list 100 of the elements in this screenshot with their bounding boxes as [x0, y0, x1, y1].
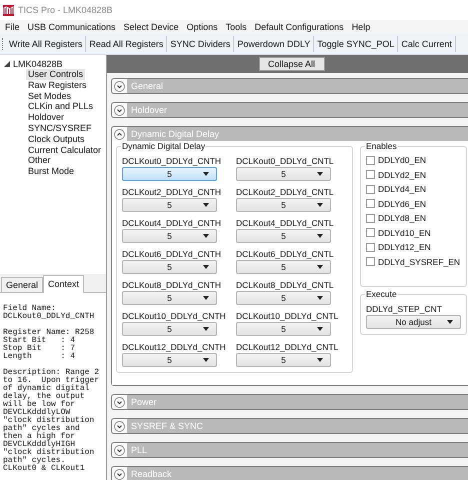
chevron-up-icon[interactable] — [114, 128, 125, 140]
checkbox-label: DDLYd0_EN — [378, 155, 426, 165]
toolbar-button[interactable]: Calc Current — [398, 36, 456, 52]
field-label: DCLKout2_DDLYd_CNTH — [122, 186, 222, 198]
tree-item[interactable]: Set Modes — [26, 90, 74, 102]
field-label: DCLKout8_DDLYd_CNTH — [122, 279, 222, 291]
tree-item[interactable]: CLKin and PLLs — [26, 101, 96, 112]
dropdown[interactable]: 5 — [236, 322, 331, 336]
caret-icon — [203, 265, 209, 269]
tab[interactable]: General — [1, 277, 44, 292]
checkbox[interactable] — [366, 170, 375, 179]
caret-icon — [203, 358, 209, 362]
chevron-down-icon[interactable] — [114, 80, 125, 92]
caret-icon — [203, 296, 209, 300]
checkbox[interactable] — [366, 184, 375, 194]
context-text: Register Name: R258 Start Bit : 4 Stop Bit : 7 Length : 4 — [3, 329, 96, 361]
chevron-down-icon[interactable] — [114, 444, 125, 456]
tree-item[interactable]: Other — [26, 155, 53, 166]
checkbox-label: DDLYd8_EN — [378, 213, 426, 223]
context-text: Field Name: DCLKout0_DDLYd_CNTH — [3, 305, 96, 321]
field-label: DCLKout2_DDLYd_CNTL — [236, 186, 335, 198]
tree-item[interactable]: Raw Registers — [26, 80, 89, 91]
field-label: DCLKout10_DDLYd_CNTH — [122, 310, 227, 322]
caret-icon — [203, 327, 209, 331]
menu-item[interactable]: Help — [348, 22, 376, 32]
dropdown[interactable]: 5 — [236, 198, 331, 212]
collapse-triangle-icon[interactable] — [4, 60, 10, 66]
checkbox[interactable] — [366, 199, 375, 208]
menu-item[interactable]: Select Device — [120, 22, 184, 32]
checkbox-label: DDLYd2_EN — [378, 170, 426, 180]
field-label: DCLKout12_DDLYd_CNTL — [236, 341, 340, 353]
group-title: Dynamic Digital Delay — [121, 141, 206, 151]
caret-icon — [317, 172, 323, 176]
dropdown[interactable]: 5 — [122, 198, 217, 212]
dropdown[interactable]: 5 — [236, 353, 331, 367]
checkbox[interactable] — [366, 156, 375, 164]
tree-item[interactable]: User Controls — [26, 69, 86, 80]
toolbar-button[interactable]: Read All Registers — [86, 36, 168, 52]
checkbox-label: DDLYd10_EN — [378, 228, 431, 238]
checkbox-label: DDLYd12_EN — [378, 242, 431, 252]
tree-item[interactable]: SYNC/SYSREF — [26, 122, 94, 134]
caret-icon — [317, 203, 323, 207]
field-label: DCLKout6_DDLYd_CNTL — [236, 248, 335, 260]
dropdown[interactable]: 5 — [236, 229, 331, 243]
dropdown[interactable]: 5 — [236, 260, 331, 274]
chevron-down-icon[interactable] — [114, 104, 125, 116]
caret-icon — [203, 234, 209, 238]
checkbox-label: DDLYd4_EN — [378, 184, 426, 194]
context-text: Description: Range 2 to 16. Upon trigger of dynamic digital delay, the output will be low for DEVCLKdddlyLOW "clock distribution path" cycles and then a high for DEVCLKdddlyHIGH "clock distribution path" cycles. CLKout0 & CLKout1 — [3, 369, 100, 473]
checkbox[interactable] — [366, 214, 375, 222]
checkbox[interactable] — [366, 257, 375, 266]
caret-icon — [317, 265, 323, 269]
toolbar-button[interactable]: Powerdown DDLY — [234, 36, 314, 52]
app-logo-icon — [3, 4, 14, 16]
field-label: DCLKout0_DDLYd_CNTH — [122, 155, 222, 167]
chevron-down-icon[interactable] — [114, 396, 125, 408]
field-label: DDLYd_STEP_CNT — [366, 302, 443, 314]
caret-icon — [203, 203, 209, 207]
menu-item[interactable]: Tools — [222, 22, 252, 32]
checkbox[interactable] — [366, 228, 375, 237]
tree-item[interactable]: Clock Outputs — [26, 134, 87, 145]
dropdown[interactable]: 5 — [122, 229, 217, 243]
dropdown[interactable]: 5 — [122, 260, 217, 274]
caret-icon — [317, 327, 323, 331]
toolbar-button[interactable]: Write All Registers — [6, 36, 86, 52]
caret-icon — [317, 296, 323, 300]
field-label: DCLKout10_DDLYd_CNTL — [236, 310, 340, 322]
window-title: TICS Pro - LMK04828B — [18, 5, 113, 15]
menu-item[interactable]: USB Communications — [24, 22, 121, 32]
dropdown[interactable]: 5 — [236, 291, 331, 305]
menu-item[interactable]: File — [2, 22, 25, 32]
dropdown[interactable]: 5 — [122, 167, 217, 181]
dropdown[interactable]: 5 — [122, 291, 217, 305]
checkbox[interactable] — [366, 242, 375, 252]
field-label: DCLKout8_DDLYd_CNTL — [236, 279, 335, 291]
dropdown[interactable]: No adjust — [366, 314, 461, 328]
toolbar-button[interactable]: Toggle SYNC_POL — [314, 36, 398, 52]
tree-item[interactable]: Holdover — [26, 112, 66, 123]
collapse-all-button[interactable]: Collapse All — [258, 57, 324, 71]
dropdown[interactable]: 5 — [122, 353, 217, 367]
field-label: DCLKout4_DDLYd_CNTL — [236, 217, 335, 229]
menu-item[interactable]: Default Configurations — [252, 22, 349, 32]
checkbox-label: DDLYd_SYSREF_EN — [378, 256, 460, 266]
chevron-down-icon[interactable] — [114, 468, 125, 480]
chevron-down-icon[interactable] — [114, 420, 125, 432]
caret-icon — [317, 234, 323, 238]
group-title: Enables — [365, 141, 398, 151]
menu-item[interactable]: Options — [184, 22, 223, 32]
dropdown[interactable]: 5 — [122, 322, 217, 336]
caret-icon — [447, 320, 453, 324]
caret-icon — [203, 172, 209, 176]
dropdown[interactable]: 5 — [236, 167, 331, 181]
group-title: Execute — [365, 288, 398, 298]
checkbox-label: DDLYd6_EN — [378, 198, 426, 208]
tree-item[interactable]: Current Calculator — [26, 144, 104, 156]
tab[interactable]: Context — [43, 275, 84, 293]
toolbar-button[interactable]: SYNC Dividers — [167, 36, 234, 52]
field-label: DCLKout12_DDLYd_CNTH — [122, 341, 227, 353]
tree-item[interactable]: LMK04828B — [13, 58, 63, 68]
tree-item[interactable]: Burst Mode — [26, 166, 76, 177]
